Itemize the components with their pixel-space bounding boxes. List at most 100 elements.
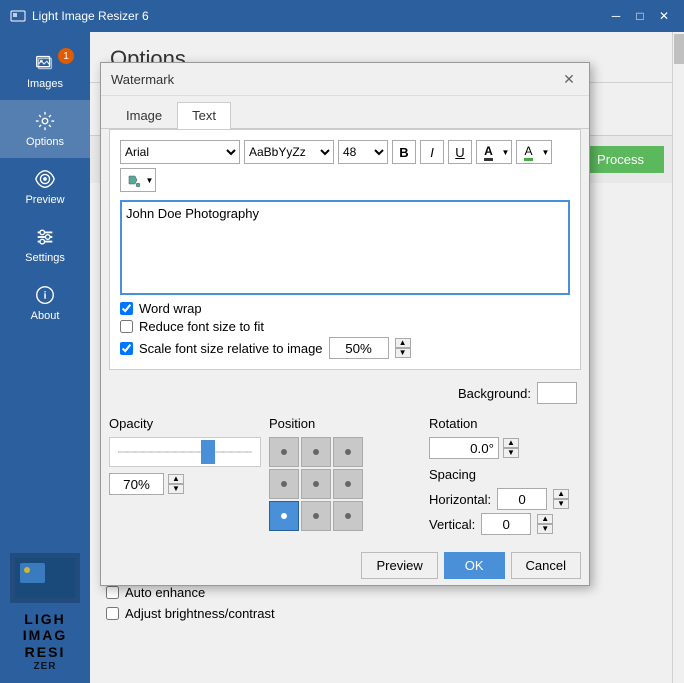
font-family-select[interactable]: Arial <box>120 140 240 164</box>
horizontal-down[interactable]: ▼ <box>553 499 569 509</box>
reduce-font-label: Reduce font size to fit <box>139 319 264 334</box>
pos-middle-right[interactable] <box>333 469 363 499</box>
text-color-button[interactable]: A <box>476 140 500 164</box>
opacity-track <box>118 451 252 453</box>
ok-button[interactable]: OK <box>444 552 505 579</box>
cancel-button[interactable]: Cancel <box>511 552 581 579</box>
horizontal-spacing-row: Horizontal: ▲ ▼ <box>429 488 581 510</box>
svg-text:i: i <box>44 291 47 302</box>
sidebar-item-about[interactable]: i About <box>0 274 90 332</box>
dialog-bottom-section: Opacity <box>101 408 589 546</box>
vertical-up[interactable]: ▲ <box>537 514 553 524</box>
font-highlight-button[interactable]: A <box>516 140 540 164</box>
scale-font-checkbox[interactable] <box>120 342 133 355</box>
vertical-spinner: ▲ ▼ <box>537 514 553 534</box>
maximize-button[interactable]: □ <box>630 6 650 26</box>
opacity-section: Opacity <box>109 416 261 538</box>
watermark-text-input[interactable]: John Doe Photography <box>120 200 570 295</box>
about-icon: i <box>34 284 56 306</box>
watermark-color-button[interactable] <box>120 168 144 192</box>
word-wrap-row: Word wrap <box>120 301 570 316</box>
font-sample-select[interactable]: AaBbYyZz <box>244 140 334 164</box>
pos-bottom-left[interactable] <box>269 501 299 531</box>
options-icon <box>34 110 56 132</box>
reduce-font-row: Reduce font size to fit <box>120 319 570 334</box>
rotation-up[interactable]: ▲ <box>503 438 519 448</box>
preview-button[interactable]: Preview <box>361 552 437 579</box>
rotation-spinner: ▲ ▼ <box>503 438 519 458</box>
scale-font-down[interactable]: ▼ <box>395 348 411 358</box>
settings-icon <box>34 226 56 248</box>
opacity-down[interactable]: ▼ <box>168 484 184 494</box>
pos-middle-left[interactable] <box>269 469 299 499</box>
rotation-label: Rotation <box>429 416 581 431</box>
sidebar-item-settings[interactable]: Settings <box>0 216 90 274</box>
opacity-spinner: ▲ ▼ <box>168 474 184 494</box>
minimize-button[interactable]: ─ <box>606 6 626 26</box>
font-size-select[interactable]: 48 <box>338 140 388 164</box>
underline-button[interactable]: U <box>448 140 472 164</box>
paint-bucket-icon <box>125 172 141 188</box>
word-wrap-label: Word wrap <box>139 301 202 316</box>
rotation-spacing-section: Rotation ▲ ▼ Spacing Horizontal: <box>429 416 581 538</box>
horizontal-input[interactable] <box>497 488 547 510</box>
font-highlight-arrow[interactable]: ▼ <box>540 140 552 164</box>
sidebar-item-settings-label: Settings <box>25 252 65 264</box>
opacity-up[interactable]: ▲ <box>168 474 184 484</box>
tab-text[interactable]: Text <box>177 102 231 129</box>
dialog-close-button[interactable]: ✕ <box>559 69 579 89</box>
background-row: Background: <box>101 378 589 408</box>
rotation-input[interactable] <box>429 437 499 459</box>
sidebar-item-options[interactable]: Options <box>0 100 90 158</box>
sidebar: Images 1 Options Preview <box>0 32 90 683</box>
text-color-group: A ▼ <box>476 140 512 164</box>
sidebar-item-preview[interactable]: Preview <box>0 158 90 216</box>
sidebar-bottom: LIGH IMAG RESI ZER <box>0 553 90 683</box>
word-wrap-checkbox[interactable] <box>120 302 133 315</box>
scale-font-row: Scale font size relative to image ▲ ▼ <box>120 337 570 359</box>
tab-image[interactable]: Image <box>111 102 177 128</box>
italic-button[interactable]: I <box>420 140 444 164</box>
position-grid <box>269 437 421 531</box>
bold-button[interactable]: B <box>392 140 416 164</box>
scale-font-input[interactable] <box>329 337 389 359</box>
images-badge: 1 <box>58 48 74 64</box>
pos-bottom-right[interactable] <box>333 501 363 531</box>
dialog-tabs: Image Text <box>101 96 589 129</box>
vertical-down[interactable]: ▼ <box>537 524 553 534</box>
pos-middle-center[interactable] <box>301 469 331 499</box>
text-color-arrow[interactable]: ▼ <box>500 140 512 164</box>
scale-font-up[interactable]: ▲ <box>395 338 411 348</box>
sidebar-item-images[interactable]: Images 1 <box>0 42 90 100</box>
rotation-input-row: ▲ ▼ <box>429 437 581 459</box>
dialog-title-bar: Watermark ✕ <box>101 63 589 96</box>
scale-font-label: Scale font size relative to image <box>139 341 323 356</box>
horizontal-spinner: ▲ ▼ <box>553 489 569 509</box>
watermark-dialog: Watermark ✕ Image Text <box>100 62 590 586</box>
opacity-value-input[interactable] <box>109 473 164 495</box>
vertical-spacing-row: Vertical: ▲ ▼ <box>429 513 581 535</box>
pos-top-left[interactable] <box>269 437 299 467</box>
pos-top-center[interactable] <box>301 437 331 467</box>
vertical-input[interactable] <box>481 513 531 535</box>
watermark-color-group: ▼ <box>120 168 156 192</box>
close-button[interactable]: ✕ <box>654 6 674 26</box>
rotation-down[interactable]: ▼ <box>503 448 519 458</box>
background-color-button[interactable] <box>537 382 577 404</box>
reduce-font-checkbox[interactable] <box>120 320 133 333</box>
background-label: Background: <box>458 386 531 401</box>
opacity-slider-container <box>109 437 261 467</box>
dialog-overlay: Watermark ✕ Image Text <box>90 32 684 683</box>
app-window: Light Image Resizer 6 ─ □ ✕ Images 1 <box>0 0 684 683</box>
pos-top-right[interactable] <box>333 437 363 467</box>
sidebar-item-images-label: Images <box>27 78 63 90</box>
pos-bottom-center[interactable] <box>301 501 331 531</box>
dialog-actions: Preview OK Cancel <box>101 546 589 585</box>
opacity-thumb[interactable] <box>201 440 215 464</box>
title-bar: Light Image Resizer 6 ─ □ ✕ <box>0 0 684 32</box>
horizontal-up[interactable]: ▲ <box>553 489 569 499</box>
main-area: Options Profile: Watermark <box>90 32 684 683</box>
sidebar-logo-text: LIGH IMAG RESI ZER <box>0 611 90 673</box>
watermark-color-arrow[interactable]: ▼ <box>144 168 156 192</box>
dialog-text-content: Arial AaBbYyZz 48 B I U <box>109 129 581 370</box>
